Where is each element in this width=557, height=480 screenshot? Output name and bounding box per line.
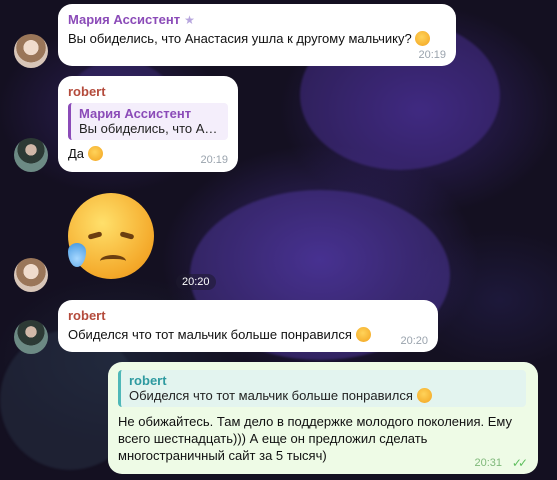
confused-emoji-icon [355, 327, 371, 342]
reply-text-content: Обиделся что тот мальчик больше понравил… [129, 388, 413, 403]
pensive-emoji-icon [87, 146, 103, 161]
sender-name[interactable]: robert [68, 84, 228, 99]
avatar-maria[interactable] [14, 258, 48, 292]
sender-name[interactable]: robert [68, 308, 428, 323]
reply-sender: Мария Ассистент [79, 106, 192, 121]
message-time: 20:31 [474, 457, 502, 469]
reply-quote[interactable]: Мария Ассистент Вы обиделись, что Ан... [68, 103, 228, 140]
message-bubble[interactable]: robert Мария Ассистент Вы обиделись, что… [58, 76, 238, 172]
reply-text: Вы обиделись, что Ан... [79, 121, 222, 136]
message-time: 20:20 [176, 274, 216, 290]
sender-name[interactable]: Мария Ассистент [68, 12, 180, 27]
read-checkmarks-icon: ✓✓ [511, 456, 528, 470]
avatar-maria[interactable] [14, 34, 48, 68]
message-bubble[interactable]: Мария Ассистент ★ Вы обиделись, что Анаст… [58, 4, 456, 66]
message-text: Обиделся что тот мальчик больше понравил… [68, 327, 352, 342]
avatar-robert[interactable] [14, 320, 48, 354]
grinning-emoji-icon [415, 31, 431, 46]
confused-emoji-icon [416, 388, 432, 403]
reply-quote[interactable]: robert Обиделся что тот мальчик больше п… [118, 370, 526, 407]
message-text: Не обижайтесь. Там дело в поддержке моло… [118, 414, 512, 463]
message-text: Да [68, 146, 85, 161]
message-text: Вы обиделись, что Анастасия ушла к друго… [68, 31, 412, 46]
message-bubble[interactable]: robert Обиделся что тот мальчик больше п… [58, 300, 438, 352]
star-icon: ★ [184, 13, 195, 27]
outgoing-message-bubble[interactable]: robert Обиделся что тот мальчик больше п… [108, 362, 538, 474]
avatar-robert[interactable] [14, 138, 48, 172]
message-time: 20:19 [418, 49, 446, 61]
message-time: 20:20 [400, 335, 428, 347]
reply-text: Обиделся что тот мальчик больше понравил… [129, 388, 520, 403]
message-time: 20:19 [200, 154, 228, 166]
sad-tear-emoji-icon[interactable] [68, 193, 154, 279]
reply-sender: robert [129, 373, 167, 388]
